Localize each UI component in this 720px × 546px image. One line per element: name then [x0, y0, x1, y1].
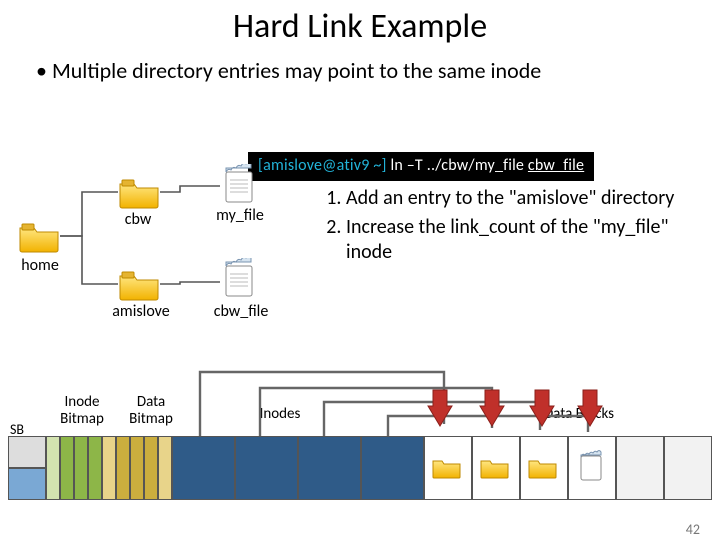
file-myfile-icon [222, 164, 256, 206]
inodes-cells [172, 436, 424, 500]
folder-amislove-label: amislove [106, 302, 176, 321]
inode-bitmap-cells [46, 436, 102, 500]
folder-home-label: home [16, 256, 64, 275]
folder-amislove-icon [118, 266, 160, 302]
data-bitmap-cells [102, 436, 172, 500]
terminal-arg: cbw_file [528, 156, 584, 175]
sb-top [8, 436, 46, 468]
file-cbwfile-label: cbw_file [208, 302, 274, 321]
data-blocks-label: Data Blocks [534, 406, 624, 423]
page-number: 42 [686, 521, 700, 538]
step-1: Add an entry to the "amislove" directory [346, 186, 700, 211]
folder-cbw-icon [118, 174, 160, 210]
data-folder-2-icon [480, 454, 510, 480]
data-folder-3-icon [528, 454, 558, 480]
step-2: Increase the link_count of the "my_file"… [346, 215, 700, 265]
steps-list: Add an entry to the "amislove" directory… [320, 186, 700, 269]
inode-bitmap-label: Inode Bitmap [52, 394, 112, 427]
file-tree: home cbw amislove my_file [18, 160, 328, 360]
data-bitmap-label: Data Bitmap [120, 394, 182, 427]
sb-cell [8, 468, 46, 500]
disk-layout: SB Inode Bitmap Data Bitmap Inodes Data … [8, 436, 712, 500]
data-block-cells [424, 436, 712, 500]
file-myfile-label: my_file [210, 206, 270, 225]
file-cbwfile-icon [222, 258, 256, 300]
data-folder-1-icon [432, 454, 462, 480]
bullet-main: Multiple directory entries may point to … [36, 57, 690, 85]
tree-lines [18, 160, 328, 360]
data-notepad-icon [578, 450, 604, 484]
slide-title: Hard Link Example [0, 6, 720, 47]
folder-cbw-label: cbw [114, 210, 162, 229]
terminal-cmd: ln –T ../cbw/my_file [387, 156, 528, 175]
folder-home-icon [18, 218, 60, 254]
inodes-label: Inodes [250, 406, 310, 423]
